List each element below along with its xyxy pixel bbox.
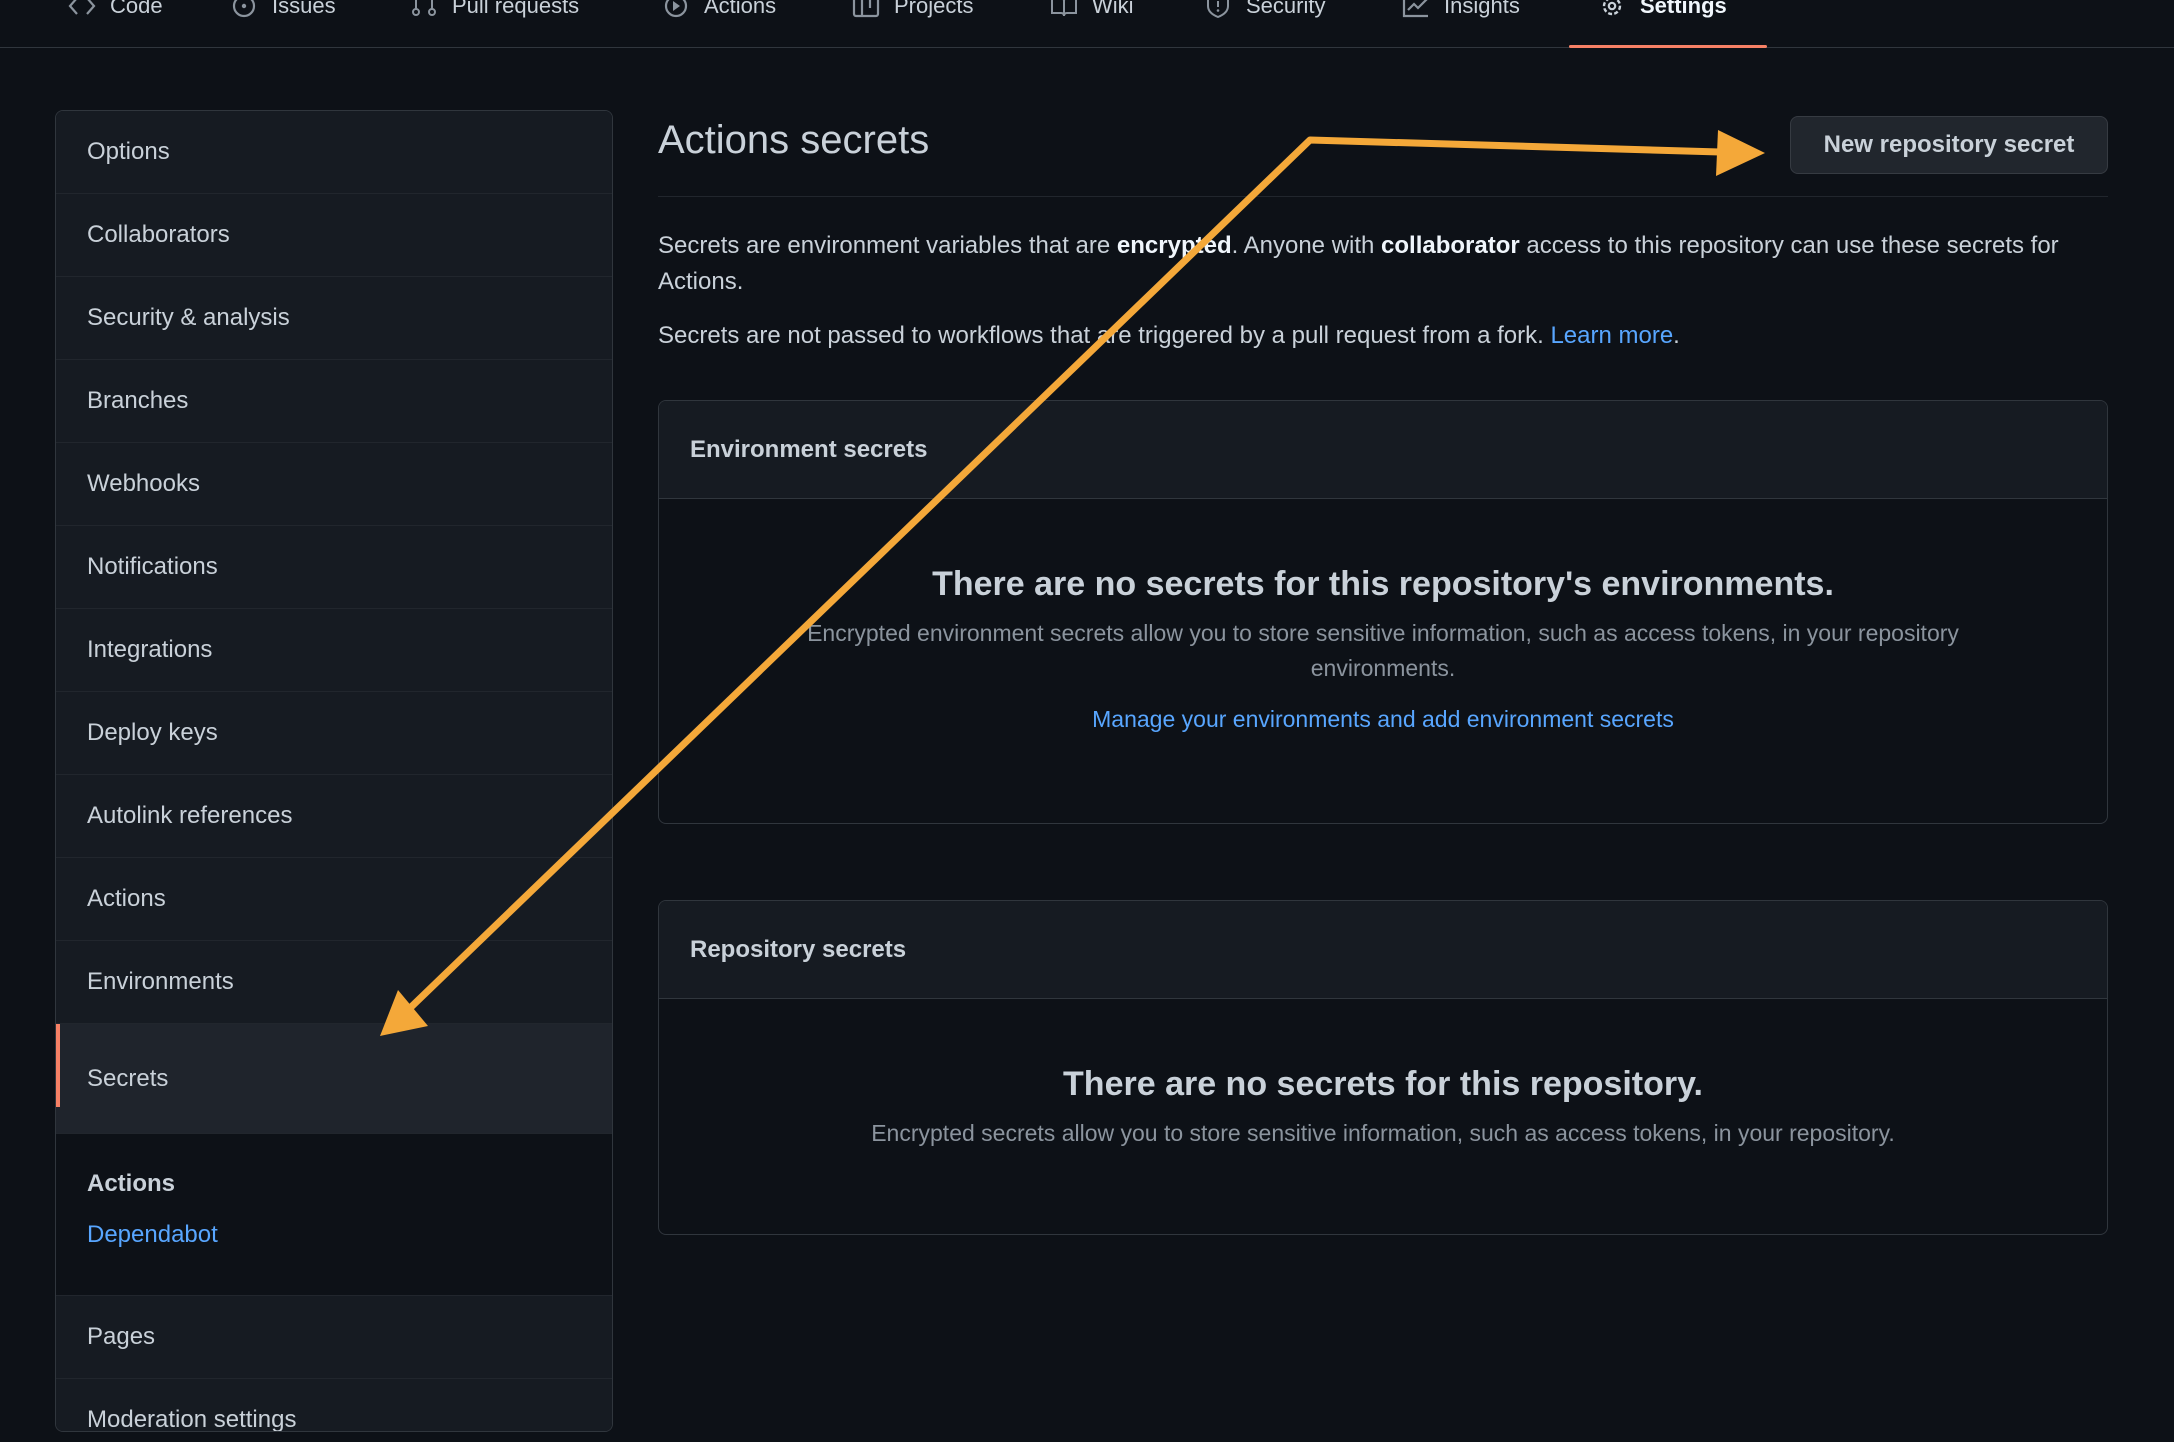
sidebar-item-label: Moderation settings [87,1406,297,1432]
empty-state-description: Encrypted secrets allow you to store sen… [871,1120,1895,1146]
page: Code Issues Pull requests Actions Projec… [0,0,2174,1442]
graph-icon [1402,0,1428,18]
repository-secrets-box: Repository secrets There are no secrets … [658,900,2108,1235]
sidebar-item-label: Collaborators [87,221,230,248]
sidebar-item-environments[interactable]: Environments [56,941,612,1024]
empty-state-description: Encrypted environment secrets allow you … [807,620,1959,681]
sidebar-item-webhooks[interactable]: Webhooks [56,443,612,526]
manage-environments-link[interactable]: Manage your environments and add environ… [659,706,2107,733]
empty-state-title: There are no secrets for this repository… [1063,1065,1703,1103]
issue-icon [232,0,256,18]
sidebar-item-branches[interactable]: Branches [56,360,612,443]
shield-icon [1207,0,1229,18]
sidebar-item-deploy-keys[interactable]: Deploy keys [56,692,612,775]
sidebar-item-label: Notifications [87,553,218,580]
pull-request-icon [412,0,436,16]
tab-code[interactable]: Code [68,0,163,48]
sidebar-item-collaborators[interactable]: Collaborators [56,194,612,277]
sidebar-item-pages[interactable]: Pages [56,1296,612,1379]
tab-security[interactable]: Security [1204,0,1325,48]
sidebar-subitem-actions[interactable]: Actions [87,1170,175,1198]
secrets-description: Secrets are environment variables that a… [658,232,2059,295]
learn-more-link[interactable]: Learn more [1550,322,1673,349]
page-title: Actions secrets [658,118,930,162]
play-icon [664,0,688,18]
sidebar-item-label: Environments [87,968,234,995]
sidebar-item-moderation-settings[interactable]: Moderation settings [56,1379,612,1432]
sidebar-item-label: Branches [87,387,189,414]
sidebar-item-label: Deploy keys [87,719,218,746]
new-repository-secret-button[interactable]: New repository secret [1790,116,2108,174]
repo-nav: Code Issues Pull requests Actions Projec… [0,0,2174,48]
environment-secrets-header: Environment secrets [659,401,2107,499]
tab-insights[interactable]: Insights [1402,0,1520,48]
sidebar-item-integrations[interactable]: Integrations [56,609,612,692]
repository-secrets-header: Repository secrets [659,901,2107,999]
empty-state-title: There are no secrets for this repository… [932,565,1834,603]
selected-tab-underline [1569,45,1767,48]
sidebar-subitem-dependabot[interactable]: Dependabot [87,1221,218,1249]
project-icon [852,0,880,18]
fork-notice: Secrets are not passed to workflows that… [658,322,1680,349]
sidebar-item-label: Options [87,138,170,165]
environment-secrets-empty-state: There are no secrets for this repository… [659,565,2107,733]
sidebar-item-label: Actions [87,885,166,912]
tab-pull-requests[interactable]: Pull requests [410,0,579,48]
title-divider [658,196,2108,197]
sidebar-secrets-subsection: Actions Dependabot [56,1134,612,1296]
sidebar-item-label: Integrations [87,636,213,663]
tab-wiki[interactable]: Wiki [1050,0,1134,48]
sidebar-item-secrets[interactable]: Secrets [56,1024,612,1134]
annotation-arrowhead-right [1716,130,1765,176]
book-icon [1051,0,1077,17]
tab-projects[interactable]: Projects [852,0,973,48]
sidebar-item-actions[interactable]: Actions [56,858,612,941]
tab-actions[interactable]: Actions [662,0,776,48]
gear-icon [1602,0,1622,16]
sidebar-item-notifications[interactable]: Notifications [56,526,612,609]
sidebar-item-label: Security & analysis [87,304,290,331]
sidebar-item-label: Autolink references [87,802,293,829]
tab-issues[interactable]: Issues [230,0,336,48]
sidebar-item-label: Webhooks [87,470,200,497]
repository-secrets-empty-state: There are no secrets for this repository… [659,1065,2107,1151]
sidebar-item-autolink-references[interactable]: Autolink references [56,775,612,858]
sidebar-item-security-analysis[interactable]: Security & analysis [56,277,612,360]
tab-settings[interactable]: Settings [1598,0,1727,48]
sidebar-item-label: Pages [87,1323,156,1350]
sidebar-item-options[interactable]: Options [56,111,612,194]
code-icon [68,0,96,15]
sidebar-item-label: Secrets [87,1064,169,1092]
environment-secrets-box: Environment secrets There are no secrets… [658,400,2108,824]
settings-sidebar: Options Collaborators Security & analysi… [55,110,613,1432]
